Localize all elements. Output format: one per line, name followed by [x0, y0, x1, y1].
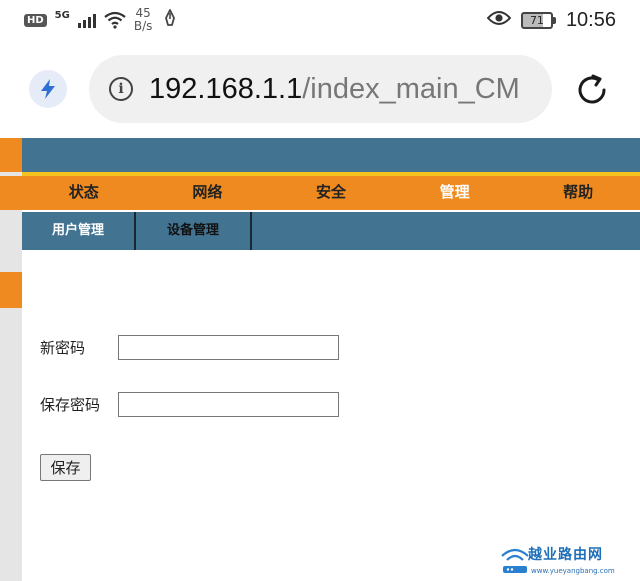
browser-toolbar: i 192.168.1.1/index_main_CM	[0, 40, 640, 138]
speed-value: 45	[135, 6, 151, 20]
router-admin-page: 状态 网络 安全 管理 帮助 用户管理 设备管理 新密码 保存密码 保存 越业路…	[0, 138, 640, 581]
status-bar: HD 5G 45 B/s 71 10:56	[0, 0, 640, 40]
wifi-icon	[104, 11, 126, 29]
router-logo-icon	[501, 548, 529, 573]
reload-button[interactable]	[572, 70, 612, 110]
url-host: 192.168.1.1	[149, 72, 303, 105]
new-password-row: 新密码	[40, 335, 339, 360]
battery-icon: 71	[520, 11, 556, 29]
watermark-brand: 越业路由网	[528, 547, 603, 563]
lightning-button[interactable]	[29, 70, 67, 108]
network-type: 5G	[54, 9, 70, 21]
address-bar[interactable]: i 192.168.1.1/index_main_CM	[89, 55, 552, 123]
sub-nav-device-management[interactable]: 设备管理	[136, 212, 252, 250]
main-nav-security[interactable]: 安全	[269, 176, 393, 210]
eye-comfort-icon	[486, 10, 512, 30]
clock: 10:56	[565, 8, 616, 31]
hd-badge: HD	[24, 13, 47, 27]
lightning-icon	[41, 79, 55, 99]
main-nav: 状态 网络 安全 管理 帮助	[22, 176, 640, 210]
main-nav-management[interactable]: 管理	[393, 176, 517, 210]
speed-unit: B/s	[133, 19, 153, 33]
cell-signal-icon	[77, 12, 96, 28]
rail-accent-top	[0, 138, 22, 172]
rail-accent-nav	[0, 176, 22, 210]
status-bar-left: HD 5G 45 B/s	[24, 7, 180, 33]
status-bar-right: 71 10:56	[486, 8, 616, 32]
sub-nav-user-management[interactable]: 用户管理	[22, 212, 136, 250]
reload-icon	[578, 74, 606, 104]
battery-level: 71	[520, 11, 553, 29]
confirm-password-label: 保存密码	[40, 396, 101, 414]
confirm-password-input[interactable]	[118, 392, 339, 417]
url-text[interactable]: 192.168.1.1/index_main_CM	[149, 73, 520, 106]
save-button[interactable]: 保存	[40, 454, 91, 481]
main-nav-network[interactable]: 网络	[146, 176, 270, 210]
main-nav-status[interactable]: 状态	[22, 176, 146, 210]
new-password-input[interactable]	[118, 335, 339, 360]
info-icon[interactable]: i	[109, 77, 133, 101]
watermark: 越业路由网 www.yueyangbang.com	[498, 538, 640, 581]
watermark-url: www.yueyangbang.com	[531, 567, 615, 575]
hand-notification-icon	[160, 8, 180, 32]
network-speed: 45 B/s	[134, 7, 153, 33]
sub-nav: 用户管理 设备管理	[22, 212, 640, 250]
phone-screen: HD 5G 45 B/s 71 10:56 i 192.168.1.1/inde…	[0, 0, 640, 581]
confirm-password-row: 保存密码	[40, 392, 339, 417]
header-band	[22, 138, 640, 172]
rail-accent-bottom	[0, 272, 22, 308]
url-path: /index_main_CM	[302, 72, 520, 105]
new-password-label: 新密码	[40, 339, 86, 357]
main-nav-help[interactable]: 帮助	[516, 176, 640, 210]
